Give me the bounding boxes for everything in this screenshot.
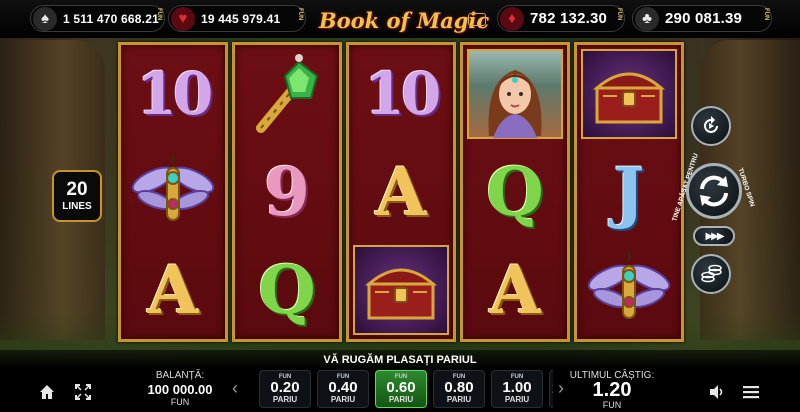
jackpot-club: ♣ 290 081.39 FUN [632,5,772,32]
reel-1: 10 A [118,42,228,342]
reel-symbol: Q [463,143,567,241]
reel-2: 9 Q [232,42,342,342]
jackpot-value: 290 081.39 [665,10,743,27]
game-logo: Book of Magic [318,5,490,35]
symbol-ace: A [147,251,199,329]
reel-4: Q A [460,42,570,342]
stake-option[interactable]: FUN 0.20 PARIU [259,370,311,408]
stake-selector: FUN 0.20 PARIU FUN 0.40 PARIU FUN 0.60 P… [259,370,553,410]
reel-5: J [574,42,684,342]
stake-option-selected[interactable]: FUN 0.60 PARIU [375,370,427,408]
symbol-ace: A [489,251,541,329]
speaker-icon [710,385,723,399]
fast-forward-icon: ▶▶▶ [705,230,724,242]
reel-symbol [349,241,453,339]
reel-symbol: 10 [121,45,225,143]
reel-symbol [121,143,225,241]
jackpot-currency: FUN [156,8,162,21]
home-icon [40,385,54,399]
jackpot-value: 782 132.30 [530,10,608,27]
diamond-icon: ♦ [500,6,524,31]
reel-symbol: Q [235,241,339,339]
menu-button[interactable] [740,381,762,403]
last-win-value: 1.20 [592,379,632,401]
reel-3: 10 A [346,42,456,342]
jackpot-currency: FUN [763,8,769,21]
sorceress-portrait-icon [488,70,542,138]
fullscreen-icon [75,384,91,400]
hamburger-menu-icon [743,386,759,399]
symbol-ace: A [375,153,427,231]
symbol-queen: Q [486,153,544,231]
bet-button[interactable] [691,254,731,294]
autoplay-icon [704,116,718,133]
magic-wand-icon [256,54,319,133]
coin-stack-icon [701,264,722,283]
status-message: VĂ RUGĂM PLASAȚI PARIUL [323,354,477,366]
reel-symbol [235,45,339,143]
stake-option[interactable]: FUN 0.40 PARIU [317,370,369,408]
stake-option[interactable]: FUN 1.00 PARIU [491,370,543,408]
symbol-jack: J [613,153,645,231]
balance-label: BALANȚĂ: [155,370,205,381]
stake-option[interactable]: 1 [549,370,553,408]
reel-symbol: A [121,241,225,339]
balance-value: 100 000.00 [147,382,213,397]
sound-button[interactable] [706,381,728,403]
lines-count: 20 [66,179,88,200]
reel-symbol [463,45,567,143]
last-win-unit: FUN [602,400,622,410]
treasure-chest-icon [593,72,665,124]
reel-symbol: J [577,143,681,241]
dragonfly-amulet-icon [131,154,215,221]
jackpot-value: 19 445 979.41 [201,11,281,26]
stake-option[interactable]: FUN 0.80 PARIU [433,370,485,408]
reel-symbol: 9 [235,143,339,241]
lines-badge: 20 LINES [52,170,102,222]
reel-symbol: A [349,143,453,241]
jackpot-diamond: ♦ 782 132.30 FUN [497,5,625,32]
symbol-queen: Q [258,251,316,329]
balance-unit: FUN [170,397,190,407]
symbol-ten: 10 [364,60,442,128]
lines-label: LINES [62,201,92,212]
fullscreen-button[interactable] [72,381,94,403]
turbo-button[interactable]: ▶▶▶ [693,226,735,246]
spin-icon [700,175,728,207]
reel-symbol [577,45,681,143]
treasure-chest-icon [365,268,437,320]
reel-symbol: A [463,241,567,339]
spade-icon: ♠ [33,6,57,31]
home-button[interactable] [36,381,58,403]
jackpot-value: 1 511 470 668.21 [63,11,159,26]
dragonfly-amulet-icon [587,252,671,319]
spin-button[interactable] [686,163,742,219]
reel-symbol [577,241,681,339]
symbol-ten: 10 [136,60,214,128]
autoplay-button[interactable] [691,106,731,146]
jackpot-heart: ♥ 19 445 979.41 FUN [168,5,306,32]
jackpot-currency: FUN [297,8,303,21]
logo-text: Book of Magic [318,7,490,33]
jackpot-currency: FUN [616,8,622,21]
logo-menu-icon[interactable] [468,13,486,26]
heart-icon: ♥ [171,6,195,31]
jackpot-spade: ♠ 1 511 470 668.21 FUN [30,5,165,32]
stake-prev-arrow[interactable]: ‹ [232,378,238,399]
reel-symbol: 10 [349,45,453,143]
club-icon: ♣ [635,6,659,31]
symbol-nine: 9 [264,153,310,231]
